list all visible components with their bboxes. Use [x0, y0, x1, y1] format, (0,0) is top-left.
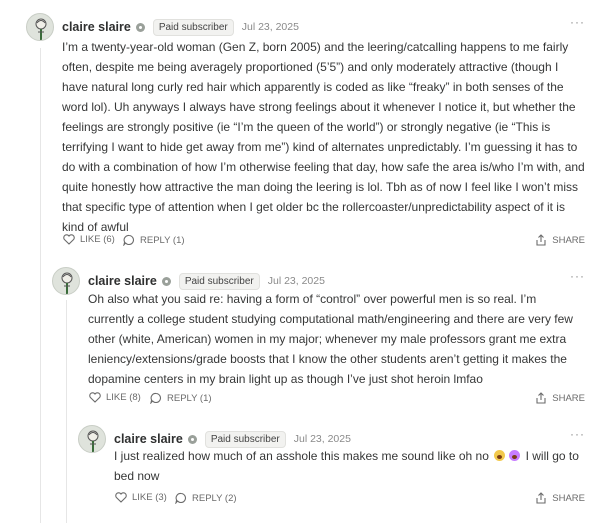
avatar-illustration — [61, 272, 73, 294]
like-label: LIKE (3) — [132, 492, 167, 503]
heart-icon — [115, 492, 127, 503]
comment-actions: LIKE (6) REPLY (1) SHARE — [62, 234, 585, 248]
reply-button[interactable]: REPLY (2) — [175, 492, 237, 504]
share-icon — [536, 234, 546, 246]
avatar[interactable] — [26, 13, 54, 41]
reply-label: REPLY (2) — [192, 492, 237, 504]
author-name[interactable]: claire slaire — [114, 432, 183, 446]
comment-text: I’m a twenty-year-old woman (Gen Z, born… — [62, 40, 585, 234]
author-name[interactable]: claire slaire — [62, 20, 131, 34]
author-name[interactable]: claire slaire — [88, 274, 157, 288]
more-options-icon[interactable]: ··· — [570, 16, 585, 28]
like-button[interactable]: LIKE (8) — [89, 392, 141, 403]
comment-actions: LIKE (3) REPLY (2) SHARE — [114, 492, 585, 506]
comment-date[interactable]: Jul 23, 2025 — [268, 275, 325, 287]
comment-header: claire slaire Paid subscriber Jul 23, 20… — [114, 430, 351, 448]
like-label: LIKE (8) — [106, 392, 141, 403]
share-button[interactable]: SHARE — [535, 492, 585, 504]
avatar-illustration — [35, 18, 47, 40]
share-label: SHARE — [552, 492, 585, 504]
comment-date[interactable]: Jul 23, 2025 — [242, 21, 299, 33]
like-label: LIKE (6) — [80, 234, 115, 245]
distressed-face-emoji — [509, 450, 521, 461]
avatar[interactable] — [78, 425, 106, 453]
share-button[interactable]: SHARE — [535, 392, 585, 404]
comment-1: claire slaire Paid subscriber Jul 23, 20… — [26, 13, 585, 253]
share-icon — [536, 392, 546, 404]
speech-bubble-icon — [150, 392, 161, 404]
share-label: SHARE — [552, 234, 585, 246]
subscriber-icon — [161, 276, 171, 286]
avatar[interactable] — [52, 267, 80, 295]
like-button[interactable]: LIKE (3) — [115, 492, 167, 503]
subscriber-icon — [187, 434, 197, 444]
more-options-icon[interactable]: ··· — [570, 428, 585, 440]
reply-label: REPLY (1) — [140, 234, 185, 246]
comment-2: claire slaire Paid subscriber Jul 23, 20… — [52, 267, 585, 413]
heart-icon — [89, 392, 101, 403]
reply-button[interactable]: REPLY (1) — [150, 392, 212, 404]
share-button[interactable]: SHARE — [535, 234, 585, 246]
share-icon — [536, 492, 546, 504]
comment-header: claire slaire Paid subscriber Jul 23, 20… — [62, 18, 299, 36]
share-label: SHARE — [552, 392, 585, 404]
comment-text: I just realized how much of an asshole t… — [114, 446, 585, 486]
speech-bubble-icon — [123, 234, 134, 246]
status-badge: Paid subscriber — [152, 18, 234, 36]
status-badge: Paid subscriber — [178, 272, 260, 290]
avatar-illustration — [87, 430, 99, 452]
comment-date[interactable]: Jul 23, 2025 — [294, 433, 351, 445]
subscriber-icon — [135, 22, 145, 32]
speech-bubble-icon — [175, 492, 186, 504]
distressed-face-emoji — [494, 450, 506, 461]
comment-text: Oh also what you said re: having a form … — [88, 292, 573, 386]
comment-text-part-1: I just realized how much of an asshole t… — [114, 449, 489, 463]
comment-3: claire slaire Paid subscriber Jul 23, 20… — [78, 425, 585, 511]
comment-header: claire slaire Paid subscriber Jul 23, 20… — [88, 272, 325, 290]
heart-icon — [63, 234, 75, 245]
like-button[interactable]: LIKE (6) — [63, 234, 115, 245]
more-options-icon[interactable]: ··· — [570, 270, 585, 282]
reply-label: REPLY (1) — [167, 392, 212, 404]
status-badge: Paid subscriber — [204, 430, 286, 448]
reply-button[interactable]: REPLY (1) — [123, 234, 185, 246]
comment-actions: LIKE (8) REPLY (1) SHARE — [88, 392, 585, 406]
